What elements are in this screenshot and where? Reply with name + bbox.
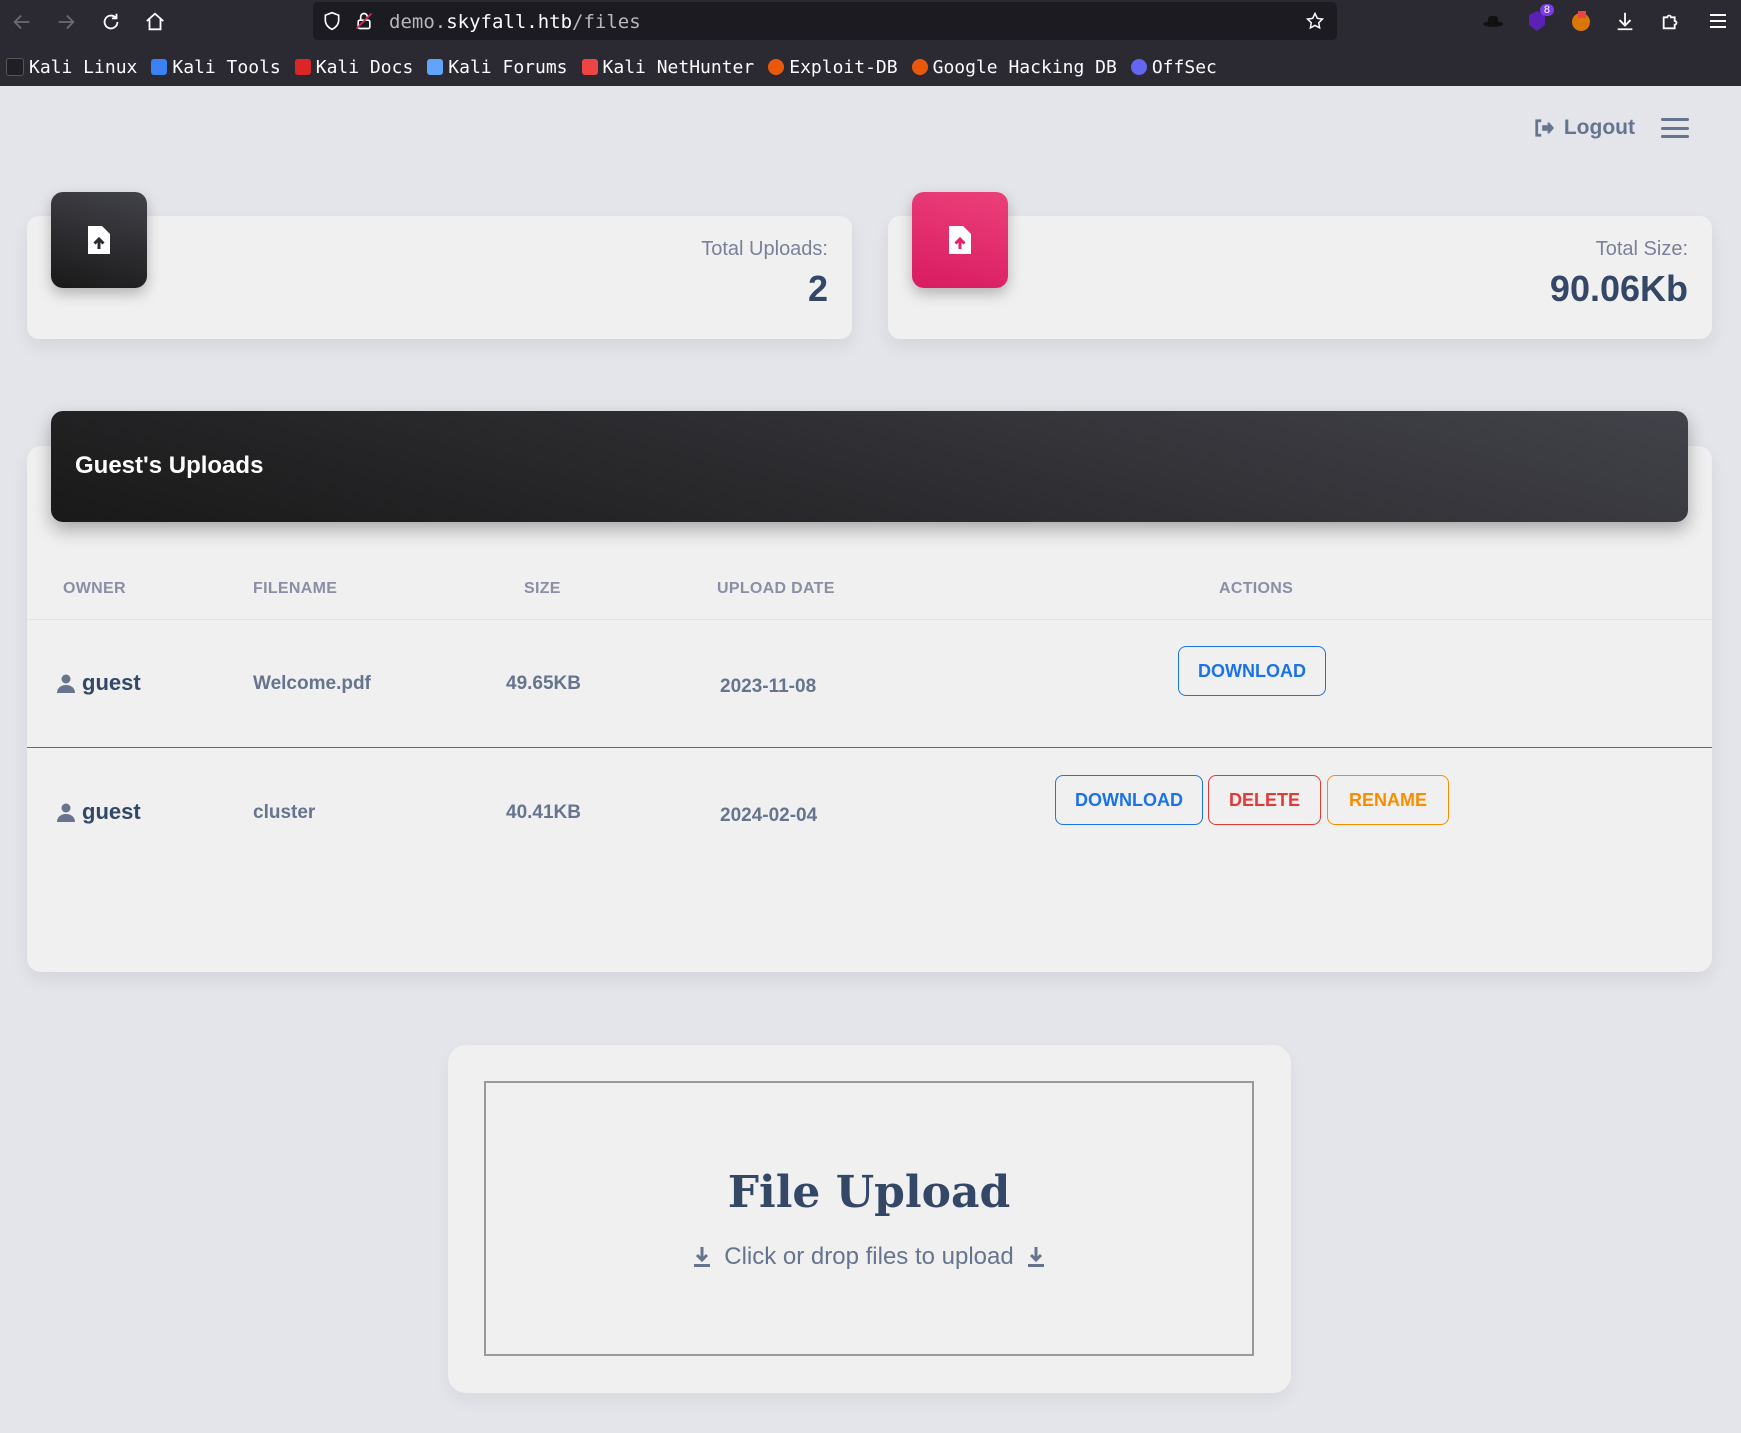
kali-dragon-icon xyxy=(6,58,24,76)
exploit-db-icon xyxy=(768,59,785,75)
url-text[interactable]: demo.skyfall.htb/files xyxy=(389,11,641,33)
total-size-value: 90.06Kb xyxy=(1549,268,1688,309)
insecure-lock-icon[interactable] xyxy=(354,11,374,31)
owner-name: guest xyxy=(82,799,141,824)
uploads-table-card xyxy=(27,446,1712,972)
size-cell: 40.41KB xyxy=(506,802,581,823)
hamburger-line xyxy=(1661,118,1689,121)
app-menu-button[interactable] xyxy=(1703,6,1733,36)
extensions-button[interactable] xyxy=(1656,6,1686,36)
total-size-label: Total Size: xyxy=(1595,238,1688,260)
bookmark-star-icon[interactable] xyxy=(1305,11,1325,31)
user-icon xyxy=(57,674,75,693)
kali-nethunter-icon xyxy=(581,59,598,75)
reload-button[interactable] xyxy=(95,6,127,38)
owner-cell: guest xyxy=(56,799,141,825)
owner-name: guest xyxy=(82,670,141,695)
filename-cell: cluster xyxy=(253,802,316,823)
bookmark-offsec[interactable]: OffSec xyxy=(1130,56,1217,78)
offsec-icon xyxy=(1130,59,1147,75)
download-button[interactable]: DOWNLOAD xyxy=(1178,646,1326,696)
bookmark-label: Kali Docs xyxy=(315,56,414,78)
bookmark-google-hacking-db[interactable]: Google Hacking DB xyxy=(911,56,1117,78)
file-upload-card: File Upload Click or drop files to uploa… xyxy=(448,1045,1291,1393)
back-button[interactable] xyxy=(6,6,38,38)
extension-hat-icon[interactable] xyxy=(1478,6,1508,36)
shield-icon[interactable] xyxy=(322,11,342,31)
bookmark-label: Kali NetHunter xyxy=(602,56,755,78)
kali-forums-icon xyxy=(427,59,444,75)
kali-docs-icon xyxy=(294,59,311,75)
bookmark-label: Kali Linux xyxy=(29,56,138,78)
sidenav-toggle[interactable] xyxy=(1661,118,1689,138)
forward-button[interactable] xyxy=(50,6,82,38)
bookmark-kali-docs[interactable]: Kali Docs xyxy=(294,56,414,78)
file-dropzone[interactable]: File Upload Click or drop files to uploa… xyxy=(484,1081,1254,1356)
total-uploads-label: Total Uploads: xyxy=(701,238,828,260)
upload-title: File Upload xyxy=(727,1167,1011,1218)
bookmark-label: OffSec xyxy=(1151,56,1217,78)
upload-instructions: Click or drop files to upload xyxy=(486,1243,1252,1271)
hamburger-line xyxy=(1661,126,1689,130)
logout-label: Logout xyxy=(1563,116,1635,139)
home-icon xyxy=(146,12,164,31)
bookmark-label: Kali Tools xyxy=(172,56,281,78)
size-cell: 49.65KB xyxy=(506,673,581,694)
bookmarks-toolbar: Kali Linux Kali Tools Kali Docs Kali For… xyxy=(6,52,1217,82)
sign-out-icon xyxy=(1535,119,1554,137)
download-arrow-icon xyxy=(1027,1247,1044,1267)
total-uploads-card: Total Uploads: 2 xyxy=(27,192,852,339)
column-header-upload-date: UPLOAD DATE xyxy=(717,580,835,597)
upload-file-icon xyxy=(912,192,1008,288)
puzzle-icon xyxy=(1662,14,1678,30)
address-bar[interactable]: demo.skyfall.htb/files xyxy=(313,2,1337,40)
extension-badge-icon[interactable]: 8 xyxy=(1522,4,1554,36)
bookmark-exploit-db[interactable]: Exploit-DB xyxy=(768,56,898,78)
header-divider xyxy=(27,619,1712,620)
upload-date-cell: 2023-11-08 xyxy=(720,676,817,697)
page-content: Logout Total Uploads: 2 Total Size: 90.0… xyxy=(0,86,1741,1433)
arrow-left-icon xyxy=(13,14,30,30)
hamburger-line xyxy=(1661,135,1689,138)
uploads-table-header: Guest's Uploads xyxy=(51,411,1688,522)
logout-link[interactable]: Logout xyxy=(1533,116,1635,140)
home-button[interactable] xyxy=(139,6,171,38)
top-nav: Logout xyxy=(1533,116,1689,140)
total-uploads-value: 2 xyxy=(807,268,828,309)
column-header-actions: ACTIONS xyxy=(1219,580,1294,597)
reload-icon xyxy=(103,13,119,30)
row-divider xyxy=(27,747,1712,748)
bookmark-label: Google Hacking DB xyxy=(932,56,1117,78)
delete-button[interactable]: DELETE xyxy=(1208,775,1321,825)
download-button[interactable]: DOWNLOAD xyxy=(1055,775,1203,825)
ghdb-icon xyxy=(911,59,928,75)
menu-icon xyxy=(1710,14,1726,28)
extension-cookie-icon[interactable] xyxy=(1566,6,1596,36)
download-icon xyxy=(1617,12,1633,31)
bookmark-kali-nethunter[interactable]: Kali NetHunter xyxy=(581,56,755,78)
arrow-right-icon xyxy=(58,14,75,30)
upload-subtitle: Click or drop files to upload xyxy=(724,1243,1014,1270)
bookmark-kali-linux[interactable]: Kali Linux xyxy=(6,57,137,78)
column-header-filename: FILENAME xyxy=(253,580,338,597)
kali-tools-icon xyxy=(151,59,168,75)
browser-chrome: demo.skyfall.htb/files 8 Kali Linux Kali… xyxy=(0,0,1741,86)
column-header-size: SIZE xyxy=(524,580,561,597)
total-size-card: Total Size: 90.06Kb xyxy=(888,192,1712,339)
bookmark-label: Kali Forums xyxy=(448,56,568,78)
download-arrow-icon xyxy=(694,1247,711,1267)
downloads-button[interactable] xyxy=(1610,6,1640,36)
bookmark-kali-forums[interactable]: Kali Forums xyxy=(427,56,568,78)
column-header-owner: OWNER xyxy=(63,580,126,597)
extension-badge-count: 8 xyxy=(1539,4,1554,16)
user-icon xyxy=(57,803,75,822)
rename-button[interactable]: RENAME xyxy=(1327,775,1449,825)
bookmark-label: Exploit-DB xyxy=(789,56,898,78)
upload-file-icon xyxy=(51,192,147,288)
upload-date-cell: 2024-02-04 xyxy=(720,805,818,826)
owner-cell: guest xyxy=(56,670,141,696)
bookmark-kali-tools[interactable]: Kali Tools xyxy=(151,56,281,78)
filename-cell: Welcome.pdf xyxy=(253,673,371,694)
uploads-table-title: Guest's Uploads xyxy=(75,452,264,479)
